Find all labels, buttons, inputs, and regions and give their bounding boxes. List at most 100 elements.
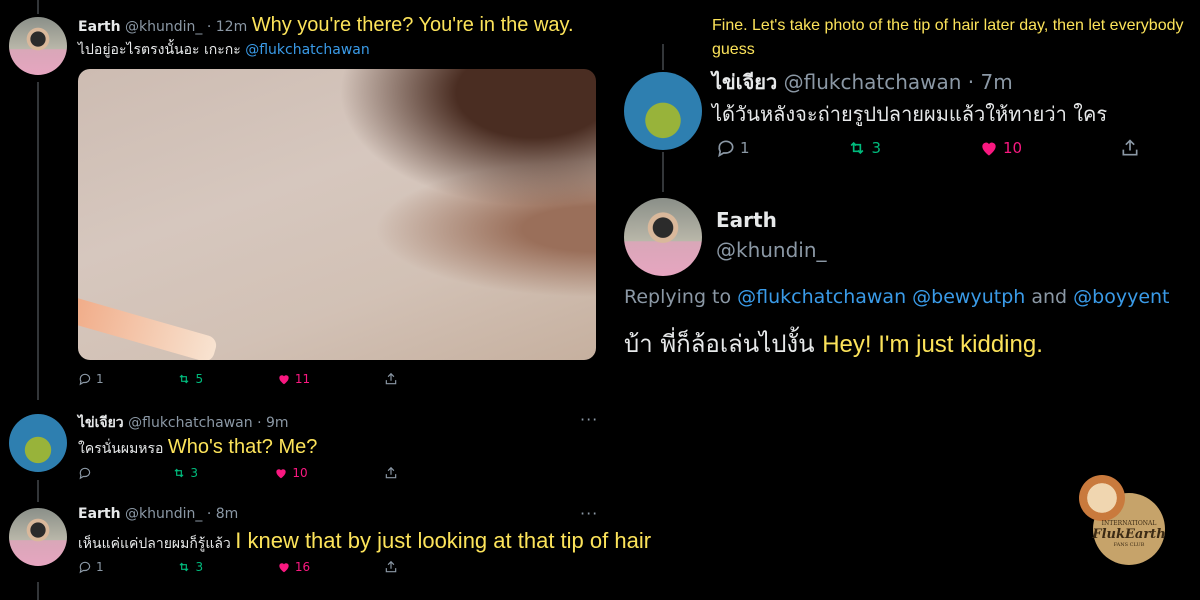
reply-icon — [718, 140, 734, 158]
tweet2-actions: 3 10 — [78, 466, 398, 480]
tweet1-header: Earth @khundin_ · 12m Why you're there? … — [78, 14, 574, 37]
right-reply-text-body: บ้า พี่ก็ล้อเล่นไปงั้น — [624, 330, 815, 358]
tweet1-text: ไปอยู่อะไรตรงนั้นอะ เกะกะ @flukchatchawa… — [78, 39, 370, 61]
thread-line-left-2 — [37, 82, 39, 400]
right-reply-name[interactable]: Earth — [716, 208, 777, 232]
right-tweet-handle[interactable]: @flukchatchawan — [784, 70, 962, 94]
tweet2-time[interactable]: · 9m — [257, 415, 288, 431]
tweet2-handle[interactable]: @flukchatchawan — [128, 415, 253, 431]
right-reply-text: บ้า พี่ก็ล้อเล่นไปงั้น Hey! I'm just kid… — [624, 324, 1043, 363]
right-tweet-time[interactable]: · 7m — [968, 70, 1013, 94]
thread-line-right-mid — [662, 152, 664, 192]
tweet2-text: ใครนั่นผมหรอ Who's that? Me? — [78, 436, 317, 460]
retweet-icon — [179, 374, 189, 384]
right-reply-handle[interactable]: @khundin_ — [716, 238, 827, 262]
replying-mention-3[interactable]: @boyyent — [1073, 286, 1169, 308]
reply-icon — [79, 561, 91, 574]
right-tweet-actions: 1 3 10 — [716, 138, 1140, 158]
share-button[interactable] — [384, 560, 398, 574]
tweet1-mention[interactable]: @flukchatchawan — [245, 42, 370, 58]
right-tweet-text: ได้วันหลังจะถ่ายรูปปลายผมแล้วให้ทายว่า ใ… — [712, 102, 1108, 126]
tweet2-text-body: ใครนั่นผมหรอ — [78, 441, 164, 457]
reply-count: 1 — [740, 139, 750, 157]
avatar-earth-1[interactable] — [9, 17, 67, 75]
tweet3-text-body: เห็นแค่แค่ปลายผมก็รู้แล้ว — [78, 536, 231, 552]
logo-line3: FANS CLUB — [1113, 542, 1145, 548]
retweet-button[interactable]: 3 — [847, 138, 881, 158]
tweet3-more-button[interactable]: ··· — [580, 504, 598, 523]
tweet3-actions: 1 3 16 — [78, 560, 398, 574]
tweet3-name[interactable]: Earth — [78, 506, 121, 522]
replying-mention-1[interactable]: @flukchatchawan — [737, 286, 906, 308]
replying-prefix: Replying to — [624, 286, 732, 308]
share-button[interactable] — [384, 372, 398, 386]
retweet-icon — [174, 468, 184, 478]
tweet3-time[interactable]: · 8m — [207, 506, 238, 522]
fanclub-logo: INTERNATIONAL FlukEarth FANS CLUB — [1079, 475, 1166, 565]
avatar-grinch-1[interactable] — [9, 414, 67, 472]
retweet-button[interactable]: 3 — [177, 560, 203, 574]
tweet2-caption: Who's that? Me? — [167, 436, 318, 458]
share-icon — [385, 466, 397, 479]
avatar-earth-3[interactable] — [624, 198, 702, 276]
logo-line2: FlukEarth — [1092, 527, 1166, 542]
replying-to: Replying to @flukchatchawan @bewyutph an… — [624, 286, 1170, 308]
like-button[interactable]: 10 — [274, 466, 308, 480]
retweet-count: 3 — [190, 466, 198, 480]
reply-button[interactable]: 1 — [78, 372, 104, 386]
avatar-grinch-2[interactable] — [624, 72, 702, 150]
right-tweet-name[interactable]: ไข่เจียว — [712, 70, 777, 94]
thread-line-left — [37, 0, 39, 14]
photo-streak — [78, 294, 219, 360]
heart-icon — [982, 142, 996, 156]
tweet3-text: เห็นแค่แค่ปลายผมก็รู้แล้ว I knew that by… — [78, 528, 651, 555]
like-button[interactable]: 16 — [277, 560, 310, 574]
like-count: 11 — [294, 372, 311, 386]
tweet3-handle[interactable]: @khundin_ — [125, 506, 202, 522]
tweet2-name[interactable]: ไข่เจียว — [78, 415, 124, 431]
reply-count: 1 — [96, 560, 104, 574]
share-button[interactable] — [384, 466, 398, 480]
reply-icon — [79, 373, 91, 386]
retweet-count: 3 — [871, 139, 882, 157]
tweet1-photo[interactable] — [78, 69, 596, 360]
reply-icon — [79, 467, 91, 480]
logo-line1: INTERNATIONAL — [1101, 520, 1157, 527]
tweet2-more-button[interactable]: ··· — [580, 410, 598, 429]
retweet-icon — [851, 141, 864, 155]
heart-icon — [279, 563, 289, 573]
replying-mention-2[interactable]: @bewyutph — [912, 286, 1025, 308]
replying-and: and — [1031, 286, 1068, 308]
tweet2-header: ไข่เจียว @flukchatchawan · 9m — [78, 412, 289, 434]
share-icon — [385, 372, 397, 385]
share-button[interactable] — [1120, 138, 1140, 158]
tweet3-header: Earth @khundin_ · 8m — [78, 506, 238, 522]
tweet3-caption: I knew that by just looking at that tip … — [235, 528, 652, 553]
reply-button[interactable]: 1 — [78, 560, 104, 574]
heart-icon — [276, 469, 287, 479]
like-count: 10 — [1002, 139, 1023, 157]
right-tweet-header: ไข่เจียว @flukchatchawan · 7m — [712, 66, 1013, 98]
share-icon — [385, 560, 397, 573]
retweet-button[interactable]: 5 — [177, 372, 203, 386]
right-reply-caption: Hey! I'm just kidding. — [822, 331, 1043, 358]
reply-button[interactable]: 1 — [716, 138, 750, 158]
like-button[interactable]: 11 — [277, 372, 310, 386]
avatar-earth-2[interactable] — [9, 508, 67, 566]
like-button[interactable]: 10 — [979, 138, 1022, 158]
like-count: 16 — [294, 560, 311, 574]
share-icon — [1122, 139, 1138, 156]
thread-line-left-3 — [37, 480, 39, 502]
tweet1-handle[interactable]: @khundin_ — [125, 19, 202, 35]
heart-icon — [279, 375, 289, 385]
thread-line-left-4 — [37, 582, 39, 600]
like-count: 10 — [292, 466, 308, 480]
tweet1-text-body: ไปอยู่อะไรตรงนั้นอะ เกะกะ — [78, 42, 241, 58]
tweet1-caption: Why you're there? You're in the way. — [251, 14, 574, 36]
reply-button[interactable] — [78, 466, 96, 480]
lion-mascot-icon — [1079, 475, 1125, 521]
tweet1-time[interactable]: · 12m — [207, 19, 247, 35]
tweet1-actions: 1 5 11 — [78, 372, 398, 386]
retweet-button[interactable]: 3 — [172, 466, 198, 480]
tweet1-name[interactable]: Earth — [78, 19, 121, 35]
